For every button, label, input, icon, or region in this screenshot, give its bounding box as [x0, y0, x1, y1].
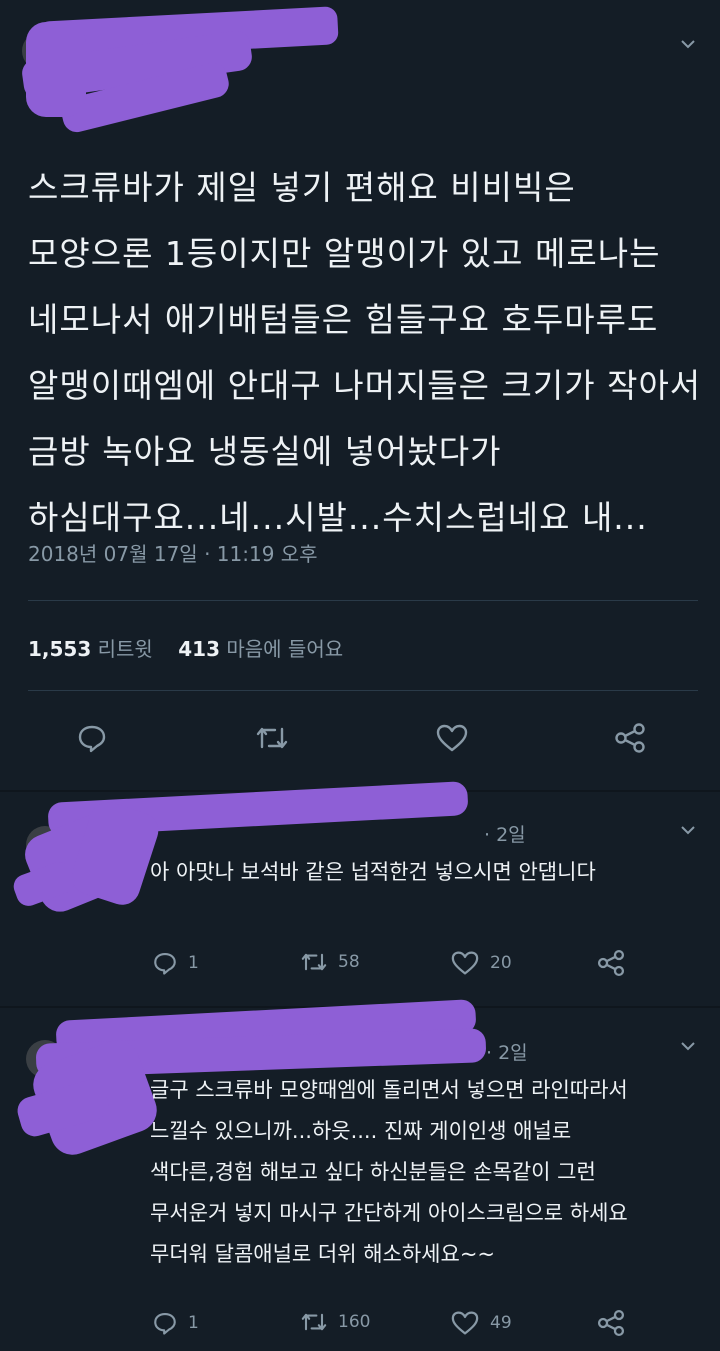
tweet-line: 금방 녹아요 냉동실에 넣어놨다가	[28, 432, 502, 471]
reply-time: · 2일	[484, 824, 526, 846]
reply-line: 글구 스크류바 모양때엠에 돌리면서 넣으면 라인따라서	[150, 1078, 628, 1102]
divider	[28, 600, 698, 601]
retweet-count: 58	[338, 952, 360, 972]
like-count: 49	[490, 1313, 512, 1333]
share-button[interactable]	[596, 1308, 626, 1338]
reply-count: 1	[188, 1313, 199, 1333]
reply-button[interactable]	[72, 718, 112, 758]
retweet-count[interactable]: 1,553	[28, 637, 91, 661]
chevron-down-icon[interactable]	[680, 38, 695, 52]
retweet-icon	[256, 727, 288, 749]
reply-text: 아 아맛나 보석바 같은 넙적한건 넣으시면 안댑니다	[150, 852, 596, 893]
retweet-button[interactable]: 58	[300, 950, 360, 974]
share-icon	[615, 723, 645, 753]
retweet-button[interactable]	[252, 718, 292, 758]
share-icon	[597, 1309, 625, 1337]
reply-icon	[154, 953, 176, 975]
retweet-label[interactable]: 리트윗	[98, 637, 153, 661]
divider	[28, 690, 698, 691]
heart-icon	[451, 1311, 479, 1335]
like-button[interactable]: 49	[450, 1310, 512, 1336]
heart-icon	[451, 951, 479, 975]
reply-count: 1	[188, 953, 199, 973]
tweet-line: 스크류바가 제일 넣기 편해요 비비빅은	[28, 168, 576, 207]
chevron-down-icon[interactable]	[680, 824, 695, 838]
share-button[interactable]	[610, 718, 650, 758]
retweet-icon	[301, 953, 327, 971]
retweet-count: 160	[338, 1312, 371, 1332]
reply-line: 색다른,경험 해보고 싶다 하신분들은 손목같이 그런	[150, 1160, 596, 1184]
reply-line: 무더워 달콤애널로 더위 해소하세요~~	[150, 1242, 496, 1266]
tweet-stats: 1,553 리트윗 413 마음에 들어요	[28, 633, 343, 662]
share-button[interactable]	[596, 948, 626, 978]
like-count[interactable]: 413	[178, 637, 220, 661]
reply-icon	[154, 1313, 176, 1335]
retweet-icon	[301, 1313, 327, 1331]
retweet-button[interactable]: 160	[300, 1310, 370, 1334]
like-label[interactable]: 마음에 들어요	[226, 637, 343, 661]
reply-line: 아 아맛나 보석바 같은 넙적한건 넣으시면 안댑니다	[150, 860, 596, 884]
reply-line: 느낄수 있으니까...하읏.... 진짜 게이인생 애널로	[150, 1119, 572, 1143]
like-button[interactable]: 20	[450, 950, 512, 976]
tweet-line: 네모나서 애기배텀들은 힘들구요 호두마루도	[28, 300, 659, 339]
chevron-down-icon[interactable]	[680, 1040, 695, 1054]
like-count: 20	[490, 953, 512, 973]
heart-icon	[436, 724, 468, 752]
tweet-line: 모양으론 1등이지만 알맹이가 있고 메로나는	[28, 234, 661, 273]
share-icon	[597, 949, 625, 977]
reply-line: 무서운거 넣지 마시구 간단하게 아이스크림으로 하세요	[150, 1201, 628, 1225]
reply-icon	[78, 725, 106, 753]
tweet-text: 스크류바가 제일 넣기 편해요 비비빅은 모양으론 1등이지만 알맹이가 있고 …	[28, 155, 708, 551]
reply-time: · 2일	[486, 1042, 528, 1064]
tweet-line: 알맹이때엠에 안대구 나머지들은 크기가 작아서	[28, 366, 702, 405]
reply-text: 글구 스크류바 모양때엠에 돌리면서 넣으면 라인따라서 느낄수 있으니까...…	[150, 1070, 628, 1275]
tweet-timestamp: 2018년 07월 17일 · 11:19 오후	[28, 542, 318, 566]
reply-button[interactable]: 1	[152, 1310, 199, 1336]
like-button[interactable]	[432, 718, 472, 758]
reply-button[interactable]: 1	[152, 950, 199, 976]
